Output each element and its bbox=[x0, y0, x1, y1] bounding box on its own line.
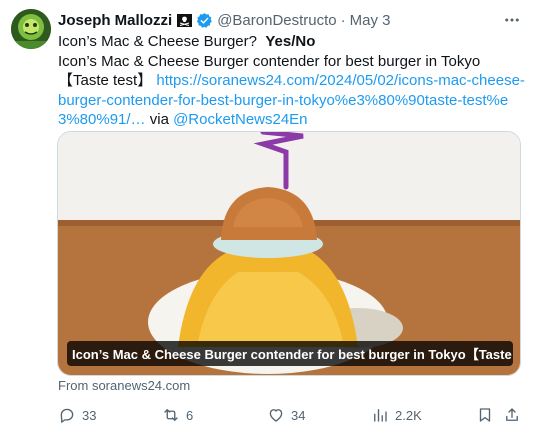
separator-dot: · bbox=[340, 11, 346, 29]
card-source[interactable]: From soranews24.com bbox=[58, 378, 190, 393]
pirate-flag-icon bbox=[177, 13, 193, 27]
reply-icon bbox=[60, 408, 74, 423]
mention-link[interactable]: @RocketNews24En bbox=[173, 111, 307, 128]
bookmark-button[interactable] bbox=[476, 403, 494, 427]
tweet-text: Icon’s Mac & Cheese Burger? Yes/No Icon’… bbox=[58, 32, 528, 130]
more-options-icon[interactable] bbox=[501, 10, 523, 30]
verified-badge-icon bbox=[196, 12, 213, 29]
views-count: 2.2K bbox=[395, 407, 422, 423]
tweet[interactable]: Joseph Mallozzi @BaronDestructo · May 3 bbox=[0, 0, 540, 438]
author-handle[interactable]: @BaronDestructo bbox=[217, 12, 336, 29]
views-button[interactable]: 2.2K bbox=[371, 403, 422, 427]
tweet-text-emphasis: Yes/No bbox=[265, 33, 316, 50]
author-name[interactable]: Joseph Mallozzi bbox=[58, 12, 172, 29]
avatar[interactable] bbox=[11, 9, 51, 49]
link-card-image[interactable]: Icon’s Mac & Cheese Burger contender for… bbox=[57, 131, 521, 376]
card-title: Icon’s Mac & Cheese Burger contender for… bbox=[67, 341, 513, 366]
tweet-text-line1: Icon’s Mac & Cheese Burger? bbox=[58, 33, 266, 50]
burger-photo bbox=[58, 132, 520, 375]
reply-count: 33 bbox=[82, 407, 97, 423]
tweet-actions: 33 6 34 2.2K bbox=[0, 403, 540, 427]
tweet-text-via: via bbox=[145, 111, 174, 128]
like-count: 34 bbox=[291, 407, 306, 423]
reply-button[interactable]: 33 bbox=[58, 403, 96, 427]
repost-count: 6 bbox=[186, 407, 194, 423]
share-icon bbox=[506, 408, 518, 421]
repost-button[interactable]: 6 bbox=[162, 403, 193, 427]
views-chart-icon bbox=[374, 409, 387, 422]
share-button[interactable] bbox=[503, 403, 521, 427]
tweet-date[interactable]: May 3 bbox=[350, 12, 391, 29]
heart-icon bbox=[269, 409, 283, 422]
like-button[interactable]: 34 bbox=[267, 403, 305, 427]
tweet-header: Joseph Mallozzi @BaronDestructo · May 3 bbox=[58, 10, 391, 30]
bookmark-icon bbox=[479, 408, 491, 422]
repost-icon bbox=[164, 409, 178, 421]
